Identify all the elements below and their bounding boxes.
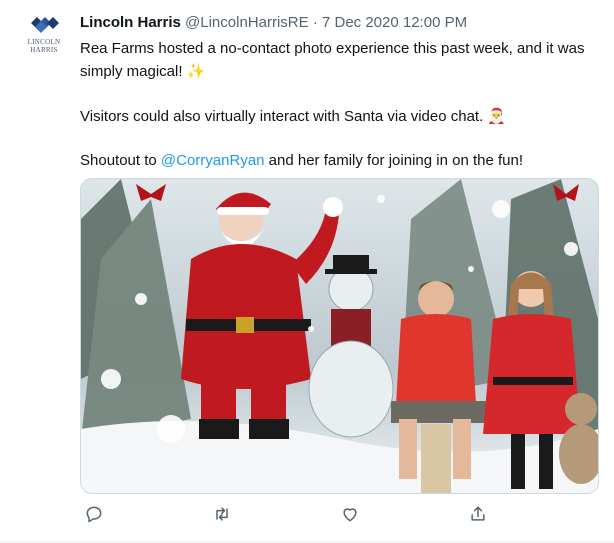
santa-photo-illustration: [81, 179, 598, 493]
tweet-photo[interactable]: [80, 178, 599, 494]
tweet-line-3-suffix: and her family for joining in on the fun…: [268, 152, 523, 169]
lincoln-harris-logo-icon: [31, 17, 59, 33]
tweet-line-2: Visitors could also virtually interact w…: [80, 105, 600, 128]
tweet-line-3-prefix: Shoutout to: [80, 152, 157, 169]
santa-emoji: 🎅: [487, 107, 507, 125]
tweet-line-1: Rea Farms hosted a no-contact photo expe…: [80, 38, 600, 83]
author-name[interactable]: Lincoln Harris: [80, 14, 181, 31]
share-button[interactable]: [464, 500, 492, 528]
logo-text-top: LINCOLN: [27, 38, 61, 46]
share-icon: [471, 506, 485, 521]
tweet-line-1-text: Rea Farms hosted a no-contact photo expe…: [80, 40, 585, 80]
like-button[interactable]: [336, 500, 364, 528]
tweet-timestamp[interactable]: 7 Dec 2020 12:00 PM: [322, 14, 467, 31]
retweet-icon: [216, 507, 228, 521]
mention-link[interactable]: @CorryanRyan: [161, 152, 265, 169]
retweet-button[interactable]: [208, 500, 236, 528]
author-handle[interactable]: @LincolnHarrisRE: [185, 14, 309, 31]
tweet-actions: [80, 500, 600, 528]
tweet-header: Lincoln Harris @LincolnHarrisRE · 7 Dec …: [80, 14, 467, 31]
heart-icon: [343, 508, 357, 522]
reply-button[interactable]: [80, 500, 108, 528]
tweet-text: Rea Farms hosted a no-contact photo expe…: [80, 38, 600, 172]
sparkles-emoji: ✨: [186, 62, 206, 80]
reply-icon: [86, 506, 102, 523]
author-avatar[interactable]: LINCOLN HARRIS: [18, 15, 70, 63]
logo-text-bottom: HARRIS: [30, 46, 58, 54]
meta-separator: ·: [312, 14, 318, 31]
tweet-line-3: Shoutout to @CorryanRyan and her family …: [80, 150, 600, 172]
tweet-line-2-text: Visitors could also virtually interact w…: [80, 108, 484, 125]
tweet-divider: [0, 541, 614, 542]
